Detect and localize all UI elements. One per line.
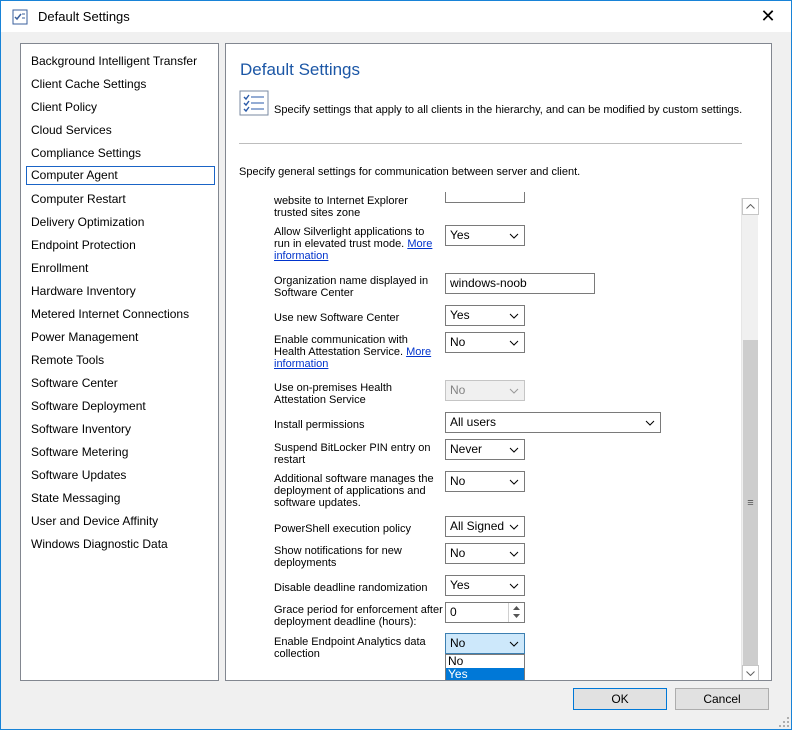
chevron-down-icon	[509, 340, 519, 346]
additional-software-label: Additional software manages the deployme…	[274, 473, 434, 509]
chevron-down-icon	[746, 671, 755, 676]
nav-item-computer-restart[interactable]: Computer Restart	[26, 190, 215, 209]
org-name-label: Organization name displayed in Software …	[274, 275, 429, 299]
nav-item-cloud-services[interactable]: Cloud Services	[26, 121, 215, 140]
grace-period-label: Grace period for enforcement after deplo…	[274, 604, 443, 628]
install-permissions-label: Install permissions	[274, 419, 365, 431]
nav-item-enrollment[interactable]: Enrollment	[26, 259, 215, 278]
spin-down-button[interactable]	[509, 612, 524, 621]
panel-title: Default Settings	[240, 60, 361, 79]
spin-up-button[interactable]	[509, 603, 524, 612]
powershell-label: PowerShell execution policy	[274, 523, 411, 535]
scroll-thumb[interactable]: ≡	[743, 340, 758, 666]
silverlight-combo[interactable]: Yes	[445, 225, 525, 246]
endpoint-analytics-combo[interactable]: No	[445, 633, 525, 654]
panel-description: Specify settings that apply to all clien…	[274, 104, 743, 116]
nav-item-software-center[interactable]: Software Center	[26, 374, 215, 393]
nav-item-delivery-optimization[interactable]: Delivery Optimization	[26, 213, 215, 232]
close-button[interactable]: ✕	[745, 1, 791, 32]
nav-item-windows-diagnostic-data[interactable]: Windows Diagnostic Data	[26, 535, 215, 554]
divider	[239, 143, 742, 144]
chevron-down-icon	[645, 420, 655, 426]
trusted-sites-combo[interactable]	[445, 192, 525, 203]
nav-item-compliance-settings[interactable]: Compliance Settings	[26, 144, 215, 163]
checklist-icon	[239, 90, 269, 116]
grace-period-stepper[interactable]: 0	[445, 602, 525, 623]
title-bar: Default Settings ✕	[1, 1, 791, 32]
chevron-down-icon	[509, 313, 519, 319]
close-icon: ✕	[760, 6, 776, 26]
nav-item-software-metering[interactable]: Software Metering	[26, 443, 215, 462]
endpoint-analytics-dropdown-list: No Yes	[445, 654, 525, 680]
chevron-down-icon	[509, 479, 519, 485]
nav-item-power-management[interactable]: Power Management	[26, 328, 215, 347]
trusted-sites-label: website to Internet Explorer trusted sit…	[274, 195, 408, 219]
install-permissions-combo[interactable]: All users	[445, 412, 661, 433]
additional-software-combo[interactable]: No	[445, 471, 525, 492]
nav-item-software-inventory[interactable]: Software Inventory	[26, 420, 215, 439]
nav-item-remote-tools[interactable]: Remote Tools	[26, 351, 215, 370]
ok-button[interactable]: OK	[573, 688, 667, 710]
chevron-down-icon	[509, 524, 519, 530]
chevron-down-icon	[509, 388, 519, 394]
settings-category-list: Background Intelligent Transfer Client C…	[20, 43, 219, 681]
bitlocker-combo[interactable]: Never	[445, 439, 525, 460]
new-software-center-label: Use new Software Center	[274, 312, 400, 324]
chevron-down-icon	[509, 583, 519, 589]
nav-item-metered-internet-connections[interactable]: Metered Internet Connections	[26, 305, 215, 324]
health-attestation-label: Enable communication with Health Attesta…	[274, 334, 432, 370]
cancel-button[interactable]: Cancel	[675, 688, 769, 710]
chevron-up-icon	[513, 606, 520, 610]
nav-item-software-deployment[interactable]: Software Deployment	[26, 397, 215, 416]
settings-window-icon	[12, 9, 28, 25]
chevron-down-icon	[509, 233, 519, 239]
powershell-combo[interactable]: All Signed	[445, 516, 525, 537]
chevron-down-icon	[513, 614, 520, 618]
nav-item-computer-agent[interactable]: Computer Agent	[26, 166, 215, 185]
org-name-input[interactable]: windows-noob	[445, 273, 595, 294]
chevron-down-icon	[509, 551, 519, 557]
endpoint-analytics-label: Enable Endpoint Analytics data collectio…	[274, 636, 426, 660]
chevron-down-icon	[509, 641, 519, 647]
deadline-randomization-label: Disable deadline randomization	[274, 582, 428, 594]
nav-item-state-messaging[interactable]: State Messaging	[26, 489, 215, 508]
default-settings-window: Default Settings ✕ Background Intelligen…	[0, 0, 792, 730]
nav-item-software-updates[interactable]: Software Updates	[26, 466, 215, 485]
settings-list: website to Internet Explorer trusted sit…	[226, 192, 741, 680]
nav-item-client-cache-settings[interactable]: Client Cache Settings	[26, 75, 215, 94]
new-software-center-combo[interactable]: Yes	[445, 305, 525, 326]
scroll-up-button[interactable]	[742, 198, 759, 215]
notifications-combo[interactable]: No	[445, 543, 525, 564]
chevron-up-icon	[746, 204, 755, 209]
chevron-down-icon	[509, 447, 519, 453]
resize-grip-icon[interactable]	[777, 715, 791, 729]
general-settings-description: Specify general settings for communicati…	[239, 166, 581, 178]
nav-item-background-intelligent-transfer[interactable]: Background Intelligent Transfer	[26, 52, 215, 71]
window-title: Default Settings	[38, 9, 130, 24]
nav-item-user-and-device-affinity[interactable]: User and Device Affinity	[26, 512, 215, 531]
nav-item-client-policy[interactable]: Client Policy	[26, 98, 215, 117]
health-attestation-combo[interactable]: No	[445, 332, 525, 353]
notifications-label: Show notifications for new deployments	[274, 545, 402, 569]
nav-item-hardware-inventory[interactable]: Hardware Inventory	[26, 282, 215, 301]
onprem-health-combo: No	[445, 380, 525, 401]
grip-icon: ≡	[747, 497, 754, 509]
onprem-health-label: Use on-premises Health Attestation Servi…	[274, 382, 392, 406]
silverlight-label: Allow Silverlight applications to run in…	[274, 226, 433, 262]
bitlocker-label: Suspend BitLocker PIN entry on restart	[274, 442, 431, 466]
scroll-down-button[interactable]	[742, 665, 759, 680]
deadline-randomization-combo[interactable]: Yes	[445, 575, 525, 596]
settings-scrollbar[interactable]: ≡	[741, 198, 759, 680]
nav-item-endpoint-protection[interactable]: Endpoint Protection	[26, 236, 215, 255]
dropdown-option-yes[interactable]: Yes	[446, 668, 524, 680]
settings-panel: Default Settings Specify settings that a…	[225, 43, 772, 681]
